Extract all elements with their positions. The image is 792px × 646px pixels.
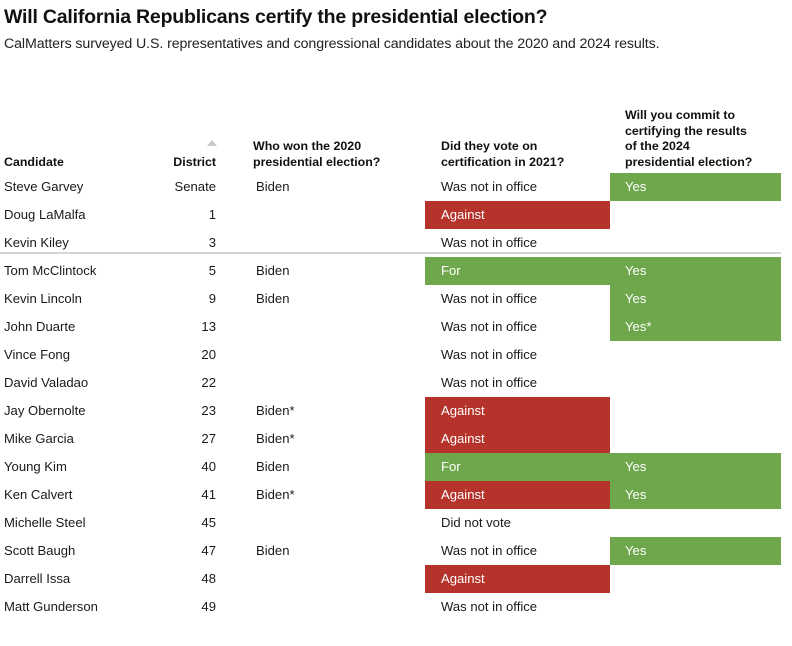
column-header-commit-certify-2024-line-1: Will you commit to: [625, 108, 736, 122]
cell-won2020: [256, 565, 416, 593]
cell-cert2021: Was not in office: [441, 319, 538, 334]
table-row[interactable]: John Duarte 13 Was not in office Yes*: [0, 313, 792, 341]
cell-commit24: [625, 397, 781, 425]
sort-ascending-triangle-up-icon[interactable]: [207, 140, 217, 146]
cell-district: 5: [208, 263, 216, 278]
cell-cert2021: For: [441, 263, 461, 278]
cell-cert2021: Was not in office: [441, 599, 538, 614]
page-subtitle: CalMatters surveyed U.S. representatives…: [4, 36, 660, 52]
cell-district: 22: [201, 375, 216, 390]
cell-won2020: Biden: [256, 179, 290, 194]
table-row[interactable]: Michelle Steel 45 Did not vote: [0, 509, 792, 537]
cell-cert2021: Was not in office: [441, 235, 538, 250]
cell-district: Senate: [174, 179, 217, 194]
table-body: Steve Garvey Senate Biden Was not in office…: [0, 173, 792, 621]
cell-district: 49: [201, 599, 216, 614]
cell-won2020: [256, 229, 416, 257]
cell-commit24: [625, 593, 781, 621]
column-header-commit-certify-2024[interactable]: Will you commit to certifying the result…: [625, 108, 785, 170]
cell-commit24: Yes: [625, 487, 647, 502]
column-header-certification-vote-2021[interactable]: Did they vote on certification in 2021?: [441, 139, 606, 170]
cell-won2020: [256, 341, 416, 369]
table-row[interactable]: Mike Garcia 27 Biden* Against: [0, 425, 792, 453]
cell-commit24: Yes: [625, 291, 647, 306]
cell-district: 20: [201, 347, 216, 362]
table-row[interactable]: Kevin Lincoln 9 Biden Was not in office Yes: [0, 285, 792, 313]
certification-table: Candidate District Who won the 2020 pres…: [0, 82, 792, 614]
column-header-commit-certify-2024-line-4: presidential election?: [625, 154, 753, 169]
cell-won2020: Biden: [256, 263, 290, 278]
column-header-certification-vote-2021-line-1: Did they vote on: [441, 139, 538, 153]
column-header-certification-vote-2021-line-2: certification in 2021?: [441, 154, 565, 169]
page-root: Will California Republicans certify the …: [0, 0, 792, 646]
cell-commit24: [625, 425, 781, 453]
table-row[interactable]: Matt Gunderson 49 Was not in office: [0, 593, 792, 621]
table-row[interactable]: Doug LaMalfa 1 Against: [0, 201, 792, 229]
cell-won2020: [256, 509, 416, 537]
cell-won2020: [256, 369, 416, 397]
column-header-who-won-2020-line-2: presidential election?: [253, 154, 381, 169]
cell-won2020: Biden*: [256, 431, 295, 446]
cell-won2020: [256, 593, 416, 621]
table-row[interactable]: Vince Fong 20 Was not in office: [0, 341, 792, 369]
table-row[interactable]: Darrell Issa 48 Against: [0, 565, 792, 593]
cell-commit24: Yes: [625, 179, 647, 194]
cell-won2020: Biden*: [256, 403, 295, 418]
cell-commit24: Yes: [625, 263, 647, 278]
table-row[interactable]: Steve Garvey Senate Biden Was not in office…: [0, 173, 792, 201]
table-header-row: Candidate District Who won the 2020 pres…: [0, 82, 792, 170]
cell-district: 47: [201, 543, 216, 558]
column-header-commit-certify-2024-line-2: certifying the results: [625, 123, 747, 138]
cell-cert2021: Was not in office: [441, 179, 538, 194]
column-header-who-won-2020-line-1: Who won the 2020: [253, 139, 362, 153]
cell-won2020: Biden: [256, 459, 290, 474]
column-header-district[interactable]: District: [120, 155, 216, 171]
cell-district: 41: [201, 487, 216, 502]
cell-district: 48: [201, 571, 216, 586]
cell-cert2021: Did not vote: [441, 515, 511, 530]
cell-district: 1: [208, 207, 216, 222]
cell-cert2021: For: [441, 459, 461, 474]
cell-won2020: [256, 201, 416, 229]
cell-district: 23: [201, 403, 216, 418]
table-row[interactable]: Scott Baugh 47 Biden Was not in office Yes: [0, 537, 792, 565]
table-row[interactable]: David Valadao 22 Was not in office: [0, 369, 792, 397]
cell-won2020: [256, 313, 416, 341]
cell-cert2021: Against: [441, 487, 485, 502]
cell-commit24: [625, 369, 781, 397]
cell-commit24: [625, 229, 781, 257]
cell-cert2021: Was not in office: [441, 543, 538, 558]
cell-cert2021: Against: [441, 571, 485, 586]
column-header-who-won-2020[interactable]: Who won the 2020 presidential election?: [253, 139, 423, 170]
cell-district: 3: [208, 235, 216, 250]
cell-commit24: [625, 201, 781, 229]
table-row[interactable]: Ken Calvert 41 Biden* Against Yes: [0, 481, 792, 509]
table-row[interactable]: Tom McClintock 5 Biden For Yes: [0, 257, 792, 285]
cell-commit24: [625, 509, 781, 537]
cell-commit24: Yes: [625, 459, 647, 474]
cell-district: 27: [201, 431, 216, 446]
cell-cert2021: Was not in office: [441, 291, 538, 306]
table-row[interactable]: Young Kim 40 Biden For Yes: [0, 453, 792, 481]
cell-won2020: Biden*: [256, 487, 295, 502]
cell-won2020: Biden: [256, 291, 290, 306]
table-row[interactable]: Kevin Kiley 3 Was not in office: [0, 229, 792, 257]
cell-district: 13: [201, 319, 216, 334]
cell-district: 9: [208, 291, 216, 306]
cell-commit24: Yes: [625, 543, 647, 558]
column-header-commit-certify-2024-line-3: of the 2024: [625, 139, 690, 153]
cell-cert2021: Against: [441, 403, 485, 418]
table-row[interactable]: Jay Obernolte 23 Biden* Against: [0, 397, 792, 425]
cell-commit24: Yes*: [625, 319, 652, 334]
cell-cert2021: Was not in office: [441, 347, 538, 362]
cell-district: 45: [201, 515, 216, 530]
cell-district: 40: [201, 459, 216, 474]
cell-commit24: [625, 341, 781, 369]
cell-commit24: [625, 565, 781, 593]
cell-cert2021: Against: [441, 431, 485, 446]
cell-cert2021: Against: [441, 207, 485, 222]
page-title: Will California Republicans certify the …: [4, 6, 548, 28]
cell-cert2021: Was not in office: [441, 375, 538, 390]
cell-won2020: Biden: [256, 543, 290, 558]
